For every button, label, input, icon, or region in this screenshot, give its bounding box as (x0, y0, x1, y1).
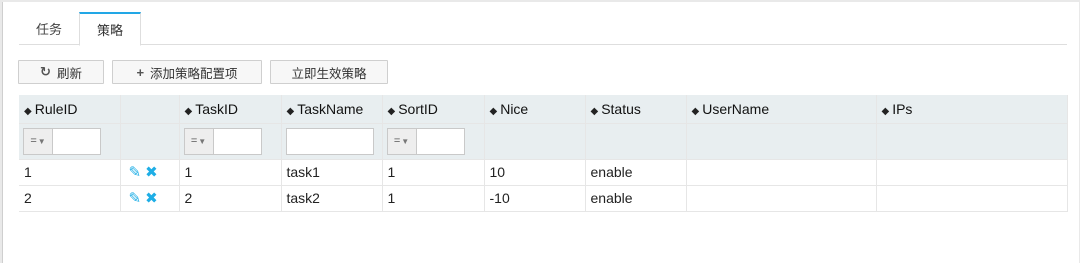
cell-status: enable (585, 185, 687, 212)
col-header-ruleid[interactable]: ◆ RuleID (19, 95, 121, 124)
sortid-filter-input[interactable] (416, 127, 465, 155)
policy-table: ◆ RuleID ◆ TaskID ◆ TaskName ◆ SortID ◆ Nice … (19, 95, 1068, 212)
edit-icon[interactable]: ✎ (129, 190, 142, 207)
col-header-nice[interactable]: ◆ Nice (484, 95, 586, 124)
ruleid-operator-select[interactable]: = ▼ (23, 127, 53, 155)
filter-nice (484, 123, 586, 160)
chevron-down-icon: ▼ (401, 136, 410, 146)
delete-icon[interactable]: ✖ (145, 164, 158, 181)
cell-nice: -10 (484, 185, 586, 212)
filter-sortid: = ▼ (382, 123, 485, 160)
sort-icon: ◆ (489, 105, 498, 117)
cell-ruleid: 2 (19, 185, 121, 212)
cell-actions: ✎ ✖ (120, 185, 180, 212)
cell-actions: ✎ ✖ (120, 159, 180, 186)
cell-taskname: task2 (281, 185, 383, 212)
col-header-ips[interactable]: ◆ IPs (876, 95, 1068, 124)
cell-ips (876, 185, 1068, 212)
table-header: ◆ RuleID ◆ TaskID ◆ TaskName ◆ SortID ◆ Nice … (19, 95, 1068, 124)
filter-taskname (281, 123, 383, 160)
sort-icon: ◆ (24, 105, 32, 117)
cell-taskid: 2 (179, 185, 282, 212)
sort-icon: ◆ (881, 105, 890, 117)
main-panel: 任务 策略 ↻ 刷新 + 添加策略配置项 立即生效策略 ◆ RuleID ◆ Tas… (2, 2, 1079, 263)
tab-bar: 任务 策略 (19, 12, 1067, 46)
filter-row: = ▼ = ▼ = ▼ (19, 123, 1068, 160)
table-row[interactable]: 2 ✎ ✖ 2 task2 1 -10 enable (19, 185, 1068, 212)
taskid-operator-select[interactable]: = ▼ (183, 127, 214, 155)
add-policy-button[interactable]: + 添加策略配置项 (112, 60, 262, 84)
col-header-sortid[interactable]: ◆ SortID (382, 95, 485, 124)
sort-icon: ◆ (590, 105, 599, 117)
sort-icon: ◆ (184, 105, 193, 117)
add-policy-label: 添加策略配置项 (150, 66, 238, 81)
ruleid-filter: = ▼ (23, 127, 101, 155)
col-header-username[interactable]: ◆ UserName (686, 95, 877, 124)
delete-icon[interactable]: ✖ (145, 190, 158, 207)
col-header-status[interactable]: ◆ Status (585, 95, 687, 124)
refresh-icon: ↻ (40, 64, 51, 79)
edit-icon[interactable]: ✎ (129, 164, 142, 181)
col-header-actions (120, 95, 180, 124)
tab-tasks[interactable]: 任务 (19, 12, 79, 44)
chevron-down-icon: ▼ (37, 136, 46, 146)
sortid-filter: = ▼ (386, 127, 465, 155)
taskid-filter-input[interactable] (213, 127, 262, 155)
cell-username (686, 159, 877, 186)
cell-username (686, 185, 877, 212)
refresh-button[interactable]: ↻ 刷新 (18, 60, 104, 84)
tab-policies[interactable]: 策略 (79, 12, 142, 46)
filter-ips (876, 123, 1068, 160)
filter-status (585, 123, 687, 160)
refresh-label: 刷新 (56, 66, 82, 81)
cell-ruleid: 1 (19, 159, 121, 186)
filter-username (686, 123, 877, 160)
sortid-operator-select[interactable]: = ▼ (386, 127, 417, 155)
col-header-taskid[interactable]: ◆ TaskID (179, 95, 282, 124)
ruleid-filter-input[interactable] (53, 127, 101, 155)
sort-icon: ◆ (387, 105, 396, 117)
cell-taskname: task1 (281, 159, 383, 186)
filter-ruleid: = ▼ (19, 123, 121, 160)
cell-taskid: 1 (179, 159, 282, 186)
filter-actions (120, 123, 180, 160)
plus-icon: + (136, 64, 145, 80)
apply-policy-label: 立即生效策略 (291, 66, 367, 81)
sort-icon: ◆ (286, 105, 295, 117)
col-header-taskname[interactable]: ◆ TaskName (281, 95, 383, 124)
apply-policy-button[interactable]: 立即生效策略 (270, 60, 388, 84)
sort-icon: ◆ (691, 105, 700, 117)
cell-ips (876, 159, 1068, 186)
cell-sortid: 1 (382, 185, 485, 212)
taskid-filter: = ▼ (183, 127, 262, 155)
cell-nice: 10 (484, 159, 586, 186)
toolbar: ↻ 刷新 + 添加策略配置项 立即生效策略 (18, 60, 388, 84)
cell-sortid: 1 (382, 159, 485, 186)
chevron-down-icon: ▼ (198, 136, 207, 146)
table-row[interactable]: 1 ✎ ✖ 1 task1 1 10 enable (19, 159, 1068, 186)
cell-status: enable (585, 159, 687, 186)
taskname-filter-input[interactable] (285, 127, 374, 155)
filter-taskid: = ▼ (179, 123, 282, 160)
